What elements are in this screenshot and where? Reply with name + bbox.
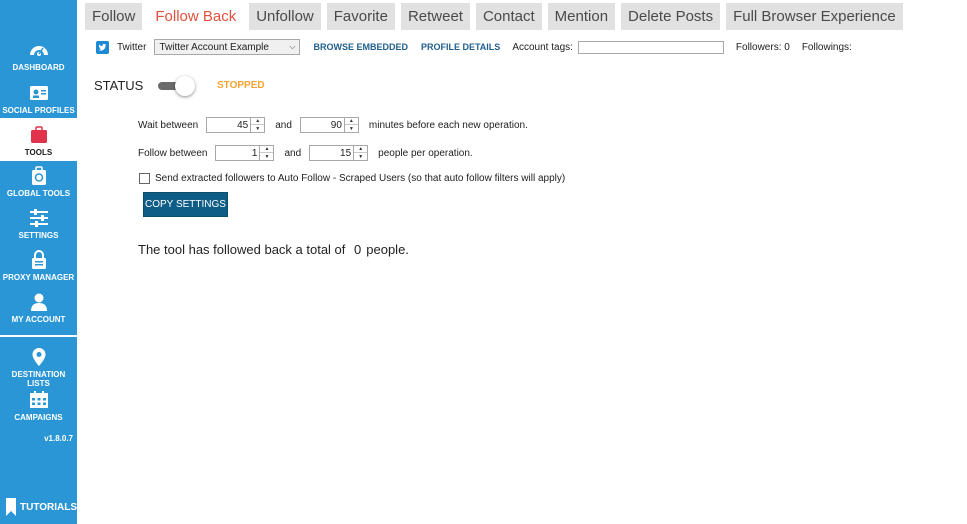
account-tags-label: Account tags: (512, 41, 573, 53)
tab-follow[interactable]: Follow (85, 3, 143, 30)
summary-count: 0 (354, 242, 362, 257)
stepper-down-icon[interactable]: ▼ (260, 153, 273, 160)
tab-unfollow[interactable]: Unfollow (249, 3, 321, 30)
stepper-up-icon[interactable]: ▲ (251, 118, 265, 125)
lock-icon (28, 250, 50, 270)
wait-suffix-label: minutes before each new operation. (368, 119, 528, 131)
tab-favorite[interactable]: Favorite (326, 3, 395, 30)
sidebar-item-settings[interactable]: SETTINGS (0, 208, 77, 240)
followings-count: Followings: (801, 41, 852, 53)
toolbox-icon (28, 125, 50, 145)
sidebar-item-dashboard[interactable]: DASHBOARD (0, 40, 77, 72)
wait-between-row: Wait between 45 ▲ ▼ and 90 ▲ ▼ minutes b… (138, 117, 528, 133)
bookmark-icon (5, 498, 17, 516)
summary-prefix: The tool has followed back a total of (138, 242, 346, 257)
sidebar-item-proxy-manager[interactable]: PROXY MANAGER (0, 250, 77, 282)
follow-max-stepper[interactable]: 15 ▲ ▼ (309, 145, 369, 161)
send-extracted-checkbox[interactable] (139, 173, 150, 184)
wait-max-stepper[interactable]: 90 ▲ ▼ (299, 117, 359, 133)
chevron-down-icon: ⌵ (289, 42, 296, 51)
sidebar-item-label: MY ACCOUNT (11, 315, 66, 324)
tab-contact[interactable]: Contact (475, 3, 542, 30)
tab-retweet[interactable]: Retweet (400, 3, 470, 30)
account-tags-input[interactable] (577, 40, 724, 54)
sidebar-item-social-profiles[interactable]: SOCIAL PROFILES (0, 83, 77, 115)
toggle-knob (175, 76, 195, 96)
follow-between-row: Follow between 1 ▲ ▼ and 15 ▲ ▼ people p… (138, 145, 473, 161)
tab-follow-back[interactable]: Follow Back (148, 3, 244, 30)
sidebar-item-destination-lists[interactable]: DESTINATION LISTS (0, 347, 77, 388)
sidebar: DASHBOARD SOCIAL PROFILES TOOLS GLOBAL T… (0, 0, 77, 524)
sidebar-item-campaigns[interactable]: CAMPAIGNS (0, 390, 77, 422)
status-label: STATUS (94, 78, 144, 93)
sidebar-item-tools[interactable]: TOOLS (0, 120, 77, 161)
sidebar-item-label: SOCIAL PROFILES (2, 106, 75, 115)
stepper-down-icon[interactable]: ▼ (354, 153, 367, 160)
sidebar-item-my-account[interactable]: MY ACCOUNT (0, 292, 77, 324)
wait-max-value: 90 (330, 120, 342, 131)
status-value: STOPPED (217, 80, 265, 91)
send-extracted-row: Send extracted followers to Auto Follow … (139, 173, 565, 184)
stepper-buttons: ▲ ▼ (353, 146, 368, 160)
tool-tabs: Follow Follow Back Unfollow Favorite Ret… (85, 3, 909, 30)
twitter-icon (96, 40, 109, 54)
follow-and-label: and (284, 147, 302, 159)
sidebar-item-label: DASHBOARD (12, 63, 65, 72)
network-label: Twitter (117, 41, 147, 53)
wait-and-label: and (275, 119, 292, 131)
tab-full-browser-experience[interactable]: Full Browser Experience (726, 3, 903, 30)
stepper-up-icon[interactable]: ▲ (354, 146, 368, 153)
stepper-buttons: ▲ ▼ (259, 146, 274, 160)
send-extracted-label: Send extracted followers to Auto Follow … (155, 173, 566, 184)
sidebar-item-label: GLOBAL TOOLS (6, 189, 71, 198)
tab-delete-posts[interactable]: Delete Posts (621, 3, 721, 30)
stepper-up-icon[interactable]: ▲ (260, 146, 274, 153)
version-label: v1.8.0.7 (44, 434, 73, 443)
stepper-up-icon[interactable]: ▲ (344, 118, 358, 125)
stepper-buttons: ▲ ▼ (343, 118, 358, 132)
account-select-value: Twitter Account Example (159, 41, 269, 53)
user-icon (28, 292, 50, 312)
wait-min-stepper[interactable]: 45 ▲ ▼ (206, 117, 266, 133)
stepper-buttons: ▲ ▼ (250, 118, 265, 132)
account-bar: Twitter Twitter Account Example ⌵ BROWSE… (96, 38, 852, 56)
map-pin-icon (28, 347, 50, 367)
sidebar-item-label: DESTINATION LISTS (11, 370, 66, 388)
stepper-down-icon[interactable]: ▼ (345, 125, 358, 132)
followers-count: Followers: 0 (735, 41, 790, 53)
id-card-icon (28, 83, 50, 103)
stepper-down-icon[interactable]: ▼ (251, 125, 264, 132)
sidebar-item-label: CAMPAIGNS (14, 413, 63, 422)
sliders-icon (28, 208, 50, 228)
tutorials-label: TUTORIALS (20, 501, 78, 513)
status-toggle[interactable] (158, 76, 196, 96)
tutorials-button[interactable]: TUTORIALS (0, 496, 77, 518)
wait-between-label: Wait between (138, 119, 199, 131)
sidebar-item-label: TOOLS (24, 148, 53, 157)
sidebar-item-label: SETTINGS (18, 231, 59, 240)
follow-suffix-label: people per operation. (378, 147, 473, 159)
sidebar-divider (0, 335, 77, 337)
gauge-icon (28, 40, 50, 60)
global-tools-icon (28, 166, 50, 186)
follow-max-value: 15 (340, 148, 352, 159)
account-select[interactable]: Twitter Account Example ⌵ (154, 39, 301, 55)
wait-min-value: 45 (237, 120, 249, 131)
follow-back-summary: The tool has followed back a total of 0 … (138, 242, 409, 257)
sidebar-item-global-tools[interactable]: GLOBAL TOOLS (0, 166, 77, 198)
tab-mention[interactable]: Mention (547, 3, 616, 30)
copy-settings-button[interactable]: COPY SETTINGS (143, 192, 228, 217)
profile-details-link[interactable]: PROFILE DETAILS (421, 42, 500, 52)
summary-suffix: people. (366, 242, 409, 257)
follow-min-value: 1 (251, 148, 258, 159)
calendar-icon (28, 390, 50, 410)
browse-embedded-link[interactable]: BROWSE EMBEDDED (313, 42, 408, 52)
follow-between-label: Follow between (138, 147, 208, 159)
sidebar-item-label: PROXY MANAGER (2, 273, 75, 282)
follow-min-stepper[interactable]: 1 ▲ ▼ (215, 145, 275, 161)
app-window: DASHBOARD SOCIAL PROFILES TOOLS GLOBAL T… (0, 0, 967, 524)
